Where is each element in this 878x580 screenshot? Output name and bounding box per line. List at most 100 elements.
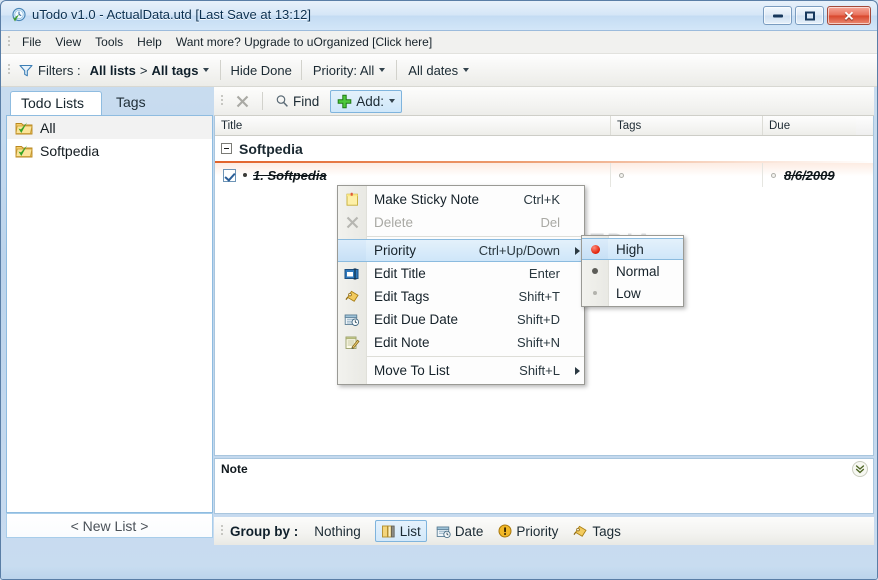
group-by-list[interactable]: List: [374, 520, 427, 542]
group-by-bar: Group by : Nothing List Date Priority Ta…: [214, 517, 874, 545]
group-by-date-label: Date: [454, 523, 484, 539]
group-by-priority[interactable]: Priority: [492, 520, 564, 542]
submenu-item-label: High: [616, 241, 644, 257]
list-icon: [381, 524, 396, 539]
notepad-pencil-icon: [338, 331, 366, 354]
tags-placeholder-icon: [619, 172, 624, 178]
context-menu-item-make-sticky-note[interactable]: Make Sticky Note Ctrl+K: [338, 188, 584, 211]
menu-item-tools[interactable]: Tools: [88, 32, 130, 52]
context-menu-item-edit-due-date[interactable]: Edit Due Date Shift+D: [338, 308, 584, 331]
filter-hide-done[interactable]: Hide Done: [230, 63, 291, 78]
priority-normal-dot-icon: [582, 268, 608, 274]
filters-toolbar: Filters : All lists > All tags Hide Done…: [1, 54, 877, 87]
context-menu-item-accel: Del: [540, 215, 560, 230]
menu-item-view[interactable]: View: [48, 32, 88, 52]
group-header-row[interactable]: Softpedia: [215, 136, 873, 163]
group-by-priority-label: Priority: [516, 523, 559, 539]
context-menu-item-label: Priority: [374, 243, 417, 258]
todo-lists-listbox[interactable]: All Softpedia: [6, 115, 213, 513]
maximize-button[interactable]: [795, 6, 824, 25]
task-due-cell[interactable]: 8/6/2009: [763, 163, 873, 187]
submenu-item-low[interactable]: Low: [582, 282, 683, 304]
list-item-softpedia-label: Softpedia: [40, 142, 100, 159]
submenu-item-normal[interactable]: Normal: [582, 260, 683, 282]
task-tags-cell[interactable]: [611, 163, 763, 187]
list-item-all-label: All: [40, 119, 56, 136]
submenu-arrow-icon: [570, 366, 584, 375]
submenu-item-label: Low: [616, 285, 641, 301]
find-button[interactable]: Find: [268, 90, 326, 113]
add-button-label: Add:: [356, 93, 385, 109]
context-menu-item-accel: Shift+T: [518, 289, 560, 304]
clock-check-icon: [10, 7, 28, 25]
task-due-text: 8/6/2009: [784, 167, 835, 183]
maximize-icon: [804, 11, 815, 20]
tab-todo-lists[interactable]: Todo Lists: [10, 91, 102, 116]
filter-lists-tags[interactable]: All lists > All tags: [81, 60, 212, 81]
groupbar-gripper[interactable]: [218, 524, 226, 538]
menu-item-upgrade-promo[interactable]: Want more? Upgrade to uOrganized [Click …: [169, 32, 439, 52]
vertical-scrollbar[interactable]: [856, 117, 872, 135]
collapse-group-icon[interactable]: [221, 143, 232, 154]
context-menu-item-accel: Shift+D: [517, 312, 560, 327]
plus-icon: [337, 94, 352, 109]
chevron-double-down-icon[interactable]: [852, 461, 868, 477]
toolbar-gripper[interactable]: [218, 94, 226, 108]
table-row[interactable]: 1. Softpedia 8/6/2009: [215, 163, 873, 187]
task-done-checkbox[interactable]: [223, 168, 236, 182]
context-menu-item-label: Edit Due Date: [374, 312, 459, 327]
context-menu-item-priority[interactable]: Priority Ctrl+Up/Down: [338, 239, 584, 262]
close-x-icon: [235, 94, 250, 109]
context-menu-item-accel: Shift+N: [517, 335, 560, 350]
grid-header-row: Title Tags Due: [215, 116, 873, 136]
filter-priority[interactable]: Priority: All: [311, 60, 387, 81]
left-panel: Todo Lists Tags All Softpedia < New List…: [6, 91, 213, 538]
menu-gripper[interactable]: [5, 35, 13, 49]
folder-check-icon: [15, 120, 33, 136]
minimize-button[interactable]: [763, 6, 792, 25]
tag-icon: [573, 524, 588, 539]
submenu-item-high[interactable]: High: [582, 238, 683, 260]
filter-dates[interactable]: All dates: [406, 60, 471, 81]
menu-item-file[interactable]: File: [15, 32, 48, 52]
note-text-area[interactable]: [215, 479, 873, 513]
group-by-tags[interactable]: Tags: [567, 520, 627, 542]
chevron-down-icon: [203, 68, 210, 72]
context-menu-item-delete[interactable]: Delete Del: [338, 211, 584, 234]
context-menu-item-move-to-list[interactable]: Move To List Shift+L: [338, 359, 584, 382]
context-menu-item-edit-title[interactable]: Edit Title Enter: [338, 262, 584, 285]
tab-tags[interactable]: Tags: [106, 91, 156, 116]
group-by-nothing[interactable]: Nothing: [308, 520, 367, 542]
context-menu-item-accel: Ctrl+Up/Down: [478, 243, 560, 258]
context-menu-item-label: Delete: [374, 215, 414, 230]
list-item-all[interactable]: All: [7, 116, 212, 139]
context-menu: Make Sticky Note Ctrl+K Delete Del Prior…: [337, 185, 585, 385]
task-title-cell[interactable]: 1. Softpedia: [215, 163, 611, 187]
list-item-softpedia[interactable]: Softpedia: [7, 139, 212, 162]
column-header-tags[interactable]: Tags: [611, 116, 763, 135]
chevron-down-icon: [389, 99, 396, 103]
add-button[interactable]: Add:: [330, 89, 403, 113]
context-menu-item-edit-tags[interactable]: Edit Tags Shift+T: [338, 285, 584, 308]
folder-check-icon: [15, 143, 33, 159]
group-by-label: Group by :: [230, 523, 299, 539]
menu-item-help[interactable]: Help: [130, 32, 169, 52]
due-placeholder-icon: [771, 172, 776, 178]
chevron-down-icon: [379, 68, 386, 72]
group-by-date[interactable]: Date: [430, 520, 490, 542]
context-menu-item-label: Move To List: [374, 363, 450, 378]
magnifier-icon: [275, 94, 289, 108]
context-menu-item-edit-note[interactable]: Edit Note Shift+N: [338, 331, 584, 354]
funnel-icon: [19, 64, 33, 77]
priority-high-dot-icon: [582, 244, 608, 254]
delete-button[interactable]: [228, 90, 257, 113]
column-header-title[interactable]: Title: [215, 116, 611, 135]
close-button[interactable]: ✕: [827, 6, 871, 25]
edit-title-icon: [338, 262, 366, 285]
group-header-label: Softpedia: [239, 140, 303, 157]
group-by-nothing-label: Nothing: [314, 523, 361, 539]
new-list-button[interactable]: < New List >: [6, 513, 213, 538]
group-by-tags-label: Tags: [592, 523, 621, 539]
priority-dot-icon: [243, 173, 247, 177]
filters-gripper[interactable]: [5, 63, 13, 77]
